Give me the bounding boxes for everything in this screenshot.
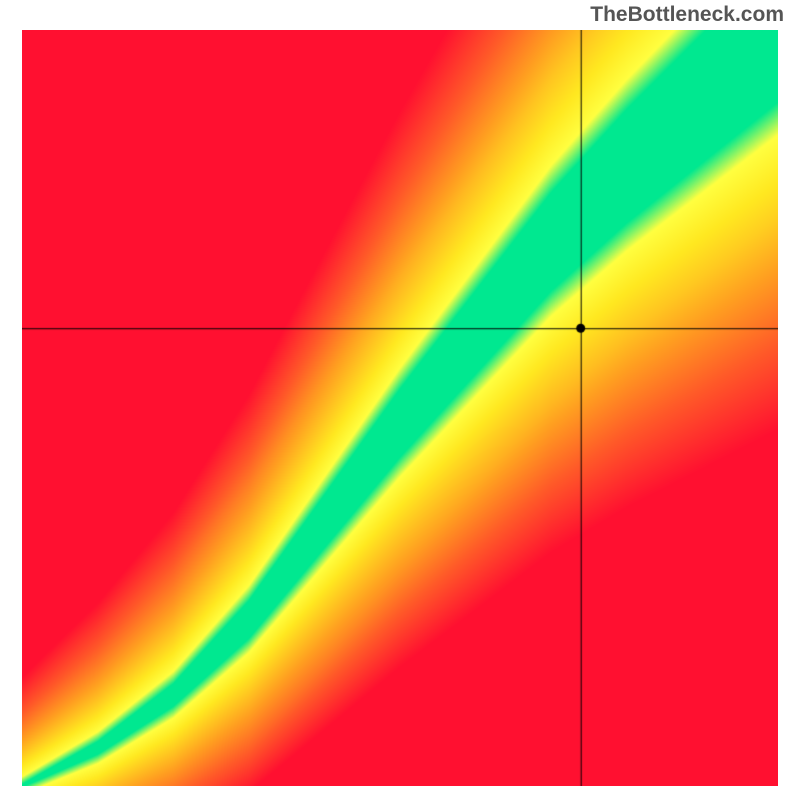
heatmap-canvas	[22, 30, 778, 786]
plot-area	[22, 30, 778, 786]
chart-container: TheBottleneck.com	[0, 0, 800, 800]
watermark-text: TheBottleneck.com	[590, 3, 784, 27]
